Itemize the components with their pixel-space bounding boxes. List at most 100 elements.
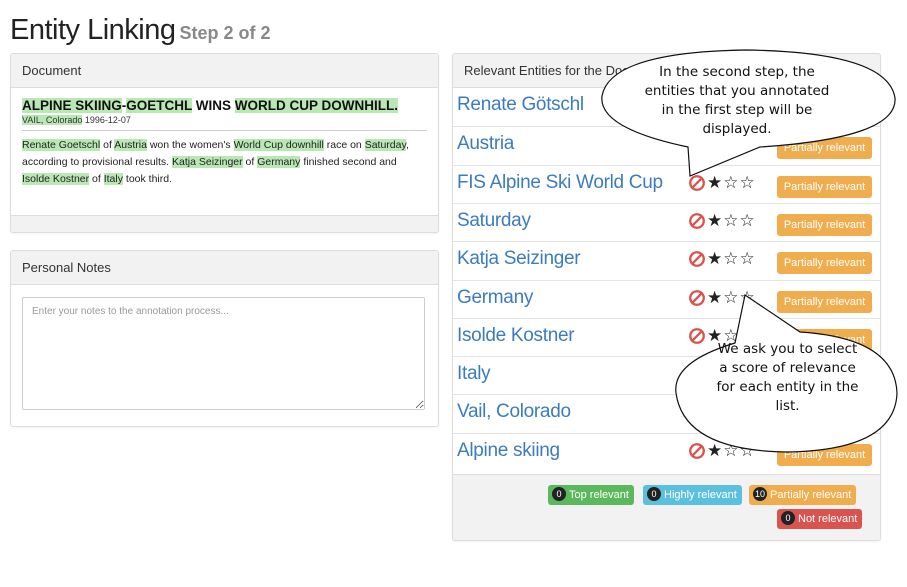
star-filled-icon[interactable]: ★ [707,173,722,193]
text-fragment: of [89,173,104,185]
not-relevant-label: Not relevant [798,513,858,525]
entity-row: Katja Seizinger ★ ☆ ☆ Partially relevant [453,241,880,280]
star-empty-icon[interactable]: ☆ [723,211,738,231]
relevance-level-button[interactable]: Partially relevant [777,290,872,313]
star-filled-icon[interactable]: ★ [707,211,722,231]
star-empty-icon[interactable]: ☆ [723,249,738,269]
page-title: Entity Linking Step 2 of 2 [10,10,271,47]
relevance-level-button[interactable]: Partially relevant [777,252,872,275]
text-fragment: 1996-12-07 [82,115,131,125]
entity-link[interactable]: Austria [457,133,514,155]
personal-notes-textarea[interactable] [22,297,425,410]
entity-link[interactable]: Isolde Kostner [457,325,575,347]
star-filled-icon[interactable]: ★ [707,249,722,269]
text-fragment: of [100,139,115,151]
entity-row: Saturday ★ ☆ ☆ Partially relevant [453,202,880,242]
entity-link[interactable]: Saturday [457,210,531,232]
highly-relevant-count: 0 [647,487,661,502]
not-relevant-icon[interactable] [688,174,706,192]
text-fragment: of [242,156,258,168]
rating-controls: ★ ☆ ☆ [688,210,756,232]
annotated-mention: World Cup downhill [233,139,324,151]
step-indicator: Step 2 of 2 [179,23,271,43]
document-text: Renate Goetschl of Austria won the women… [22,137,427,188]
text-fragment: won the women's [146,139,234,151]
not-relevant-icon[interactable] [688,442,706,460]
partially-relevant-count-badge[interactable]: 10 Partially relevant [749,485,857,505]
star-empty-icon[interactable]: ☆ [723,441,738,461]
star-empty-icon[interactable]: ☆ [723,173,738,193]
relevance-level-button[interactable]: Partially relevant [777,443,872,466]
rating-controls: ★ ☆ ☆ [688,287,756,309]
callout-line: displayed. [702,121,772,137]
entity-row: FIS Alpine Ski World Cup ★ ☆ ☆ Partially rel… [453,164,880,204]
callout-line: a score of relevance [719,360,856,376]
top-relevant-count: 0 [552,487,566,502]
text-fragment: WINS [192,98,235,113]
document-dateline: VAIL, Colorado 1996-12-07 [22,115,427,131]
star-empty-icon[interactable]: ☆ [740,441,755,461]
entity-link[interactable]: Renate Götschl [457,94,584,116]
annotated-mention: Isolde Kostner [22,173,90,185]
text-fragment: race on [323,139,365,151]
not-relevant-icon[interactable] [688,289,706,307]
document-headline: ALPINE SKIING-GOETCHL WINS WORLD CUP DOW… [22,98,427,113]
rating-controls: ★ ☆ ☆ [688,172,756,194]
annotated-mention: Katja Seizinger [172,156,243,168]
personal-notes-panel: Personal Notes [10,250,439,427]
not-relevant-icon[interactable] [688,250,706,268]
annotated-mention: GOETCHL [126,98,193,113]
relevance-level-button[interactable]: Partially relevant [777,137,872,160]
annotated-mention: Saturday [364,139,406,151]
entity-link[interactable]: FIS Alpine Ski World Cup [457,172,663,194]
annotated-mention: WORLD CUP DOWNHILL. [234,98,399,113]
highly-relevant-label: Highly relevant [664,489,737,501]
not-relevant-icon[interactable] [688,212,706,230]
star-empty-icon[interactable]: ☆ [740,288,755,308]
entity-link[interactable]: Katja Seizinger [457,248,581,270]
callout-line: In the second step, the [659,64,815,80]
document-panel-heading: Document [11,54,438,88]
top-relevant-label: Top relevant [569,489,629,501]
top-relevant-count-badge[interactable]: 0 Top relevant [548,485,634,505]
annotated-mention: Italy [103,173,123,185]
personal-notes-heading: Personal Notes [11,251,438,285]
annotated-mention: ALPINE SKIING [22,98,122,113]
callout-line: in the first step will be [661,102,813,118]
rating-controls: ★ ☆ ☆ [688,248,756,270]
document-body: ALPINE SKIING-GOETCHL WINS WORLD CUP DOW… [11,88,438,196]
callout-line: for each entity in the [716,379,859,395]
star-empty-icon[interactable]: ☆ [740,211,755,231]
callout-text-entities-displayed: In the second step, the entities that you… [612,63,862,139]
callout-text-select-relevance: We ask you to select a score of relevance… [675,340,900,416]
star-filled-icon[interactable]: ★ [707,441,722,461]
entity-link[interactable]: Alpine skiing [457,440,560,462]
annotated-mention: VAIL, Colorado [22,115,83,125]
page-title-text: Entity Linking [10,14,176,46]
annotated-mention: Germany [257,156,301,168]
rating-controls: ★ ☆ ☆ [688,440,756,462]
annotated-mention: Renate Goetschl [22,139,101,151]
star-empty-icon[interactable]: ☆ [740,173,755,193]
annotated-mention: Austria [114,139,147,151]
text-fragment: took third. [122,173,173,185]
callout-line: We ask you to select [717,341,858,357]
partially-relevant-count: 10 [753,487,768,502]
callout-line: entities that you annotated [644,83,830,99]
relevance-level-button[interactable]: Partially relevant [777,175,872,198]
document-panel: Document ALPINE SKIING-GOETCHL WINS WORL… [10,53,439,233]
partially-relevant-label: Partially relevant [770,489,852,501]
entity-link[interactable]: Germany [457,287,533,309]
document-panel-footer [11,215,438,232]
text-fragment: finished second and [300,156,397,168]
highly-relevant-count-badge[interactable]: 0 Highly relevant [643,485,742,505]
relevance-level-button[interactable]: Partially relevant [777,213,872,236]
callout-line: list. [775,398,800,414]
entity-link[interactable]: Vail, Colorado [457,401,571,423]
star-empty-icon[interactable]: ☆ [723,288,738,308]
entity-link[interactable]: Italy [457,363,491,385]
not-relevant-count: 0 [781,511,795,526]
star-empty-icon[interactable]: ☆ [740,249,755,269]
star-filled-icon[interactable]: ★ [707,288,722,308]
not-relevant-count-badge[interactable]: 0 Not relevant [777,509,863,529]
